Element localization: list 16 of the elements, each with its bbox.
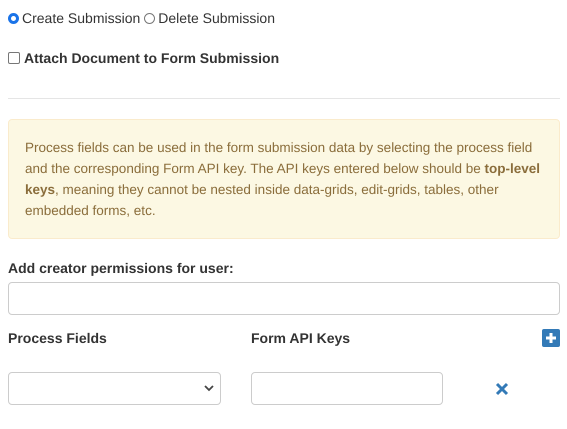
field-label: Add creator permissions for user: [8, 260, 235, 276]
column-header: Process Fields [8, 330, 108, 346]
radio-option[interactable]: Delete Submission [144, 10, 276, 26]
radio-button[interactable] [144, 12, 156, 24]
chevron-down-icon [204, 385, 214, 392]
api-key-input-field[interactable] [251, 372, 443, 405]
process-field-select[interactable] [8, 372, 221, 405]
close-icon[interactable] [494, 382, 508, 396]
info-notice: Process fields can be used in the form submission data by selecting the process field and the corresponding Form API key. The API keys entered below should be top-level keys, meaning they cannot be nested inside data-grids, edit-grids, tables, other embedded forms, etc. [8, 119, 560, 239]
add-icon[interactable] [542, 329, 560, 347]
radio-option[interactable]: Create Submission [8, 10, 140, 26]
column-header: Form API Keys [251, 330, 352, 346]
radio-button[interactable] [8, 12, 19, 24]
checkbox[interactable] [8, 52, 20, 64]
checkbox-label[interactable]: Attach Document to Form Submission [24, 50, 280, 66]
user-input-field[interactable] [8, 282, 560, 315]
